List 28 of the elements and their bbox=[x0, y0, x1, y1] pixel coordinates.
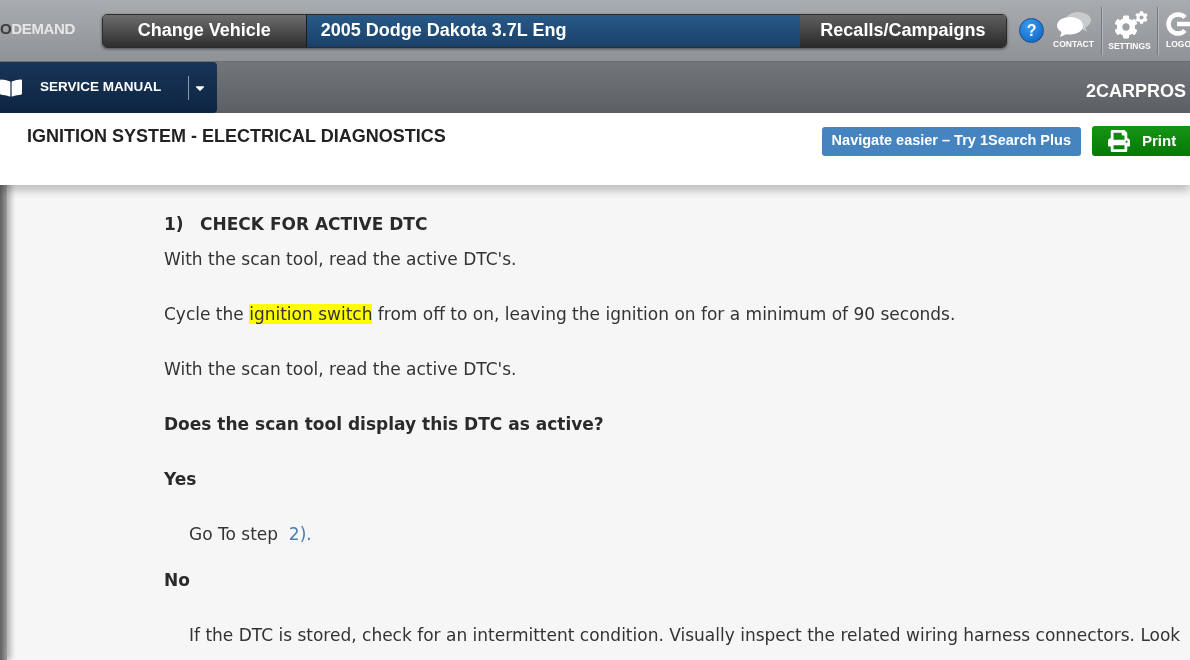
logout-button[interactable]: LOGO bbox=[1158, 0, 1190, 61]
instruction-text: Cycle the ignition switch from off to on, leaving the ignition on for a minimum of 90 seconds. bbox=[164, 303, 957, 326]
step-number: 1) bbox=[164, 213, 185, 236]
book-icon bbox=[0, 76, 22, 99]
service-manual-button[interactable]: SERVICE MANUAL bbox=[0, 62, 176, 113]
printer-icon bbox=[1108, 130, 1130, 152]
promo-button[interactable]: Navigate easier – Try 1Search Plus bbox=[821, 126, 1081, 156]
instruction-text: With the scan tool, read the active DTC's. bbox=[164, 358, 518, 381]
answer-label: Yes bbox=[164, 468, 198, 491]
brand-text: 2CARPROS bbox=[1085, 80, 1187, 103]
question-text: Does the scan tool display this DTC as active? bbox=[164, 413, 605, 436]
instruction-text: If the DTC is stored, check for an intermittent condition. Visually inspect the related wiring harness connectors. Look bbox=[189, 624, 1182, 647]
instruction-text: With the scan tool, read the active DTC's. bbox=[164, 248, 518, 271]
help-button[interactable]: ? bbox=[1019, 18, 1044, 43]
contact-button[interactable]: CONTACT bbox=[1046, 0, 1101, 61]
settings-button[interactable]: SETTINGS bbox=[1102, 0, 1157, 61]
logo-text: ODEMAND bbox=[0, 19, 76, 40]
step-link[interactable]: 2). bbox=[288, 524, 312, 544]
vehicle-display: 2005 Dodge Dakota 3.7L Eng bbox=[305, 14, 800, 47]
page-title: IGNITION SYSTEM - ELECTRICAL DIAGNOSTICS bbox=[27, 125, 446, 147]
chat-bubbles-icon bbox=[1055, 11, 1092, 37]
instruction-text: Go To step 2). bbox=[189, 523, 313, 546]
step-title: CHECK FOR ACTIVE DTC bbox=[200, 213, 428, 236]
change-vehicle-button[interactable]: Change Vehicle bbox=[102, 14, 306, 47]
logout-icon bbox=[1166, 11, 1190, 37]
answer-label: No bbox=[164, 569, 191, 592]
print-button[interactable]: Print bbox=[1092, 126, 1190, 156]
recalls-button[interactable]: Recalls/Campaigns bbox=[799, 14, 1007, 47]
